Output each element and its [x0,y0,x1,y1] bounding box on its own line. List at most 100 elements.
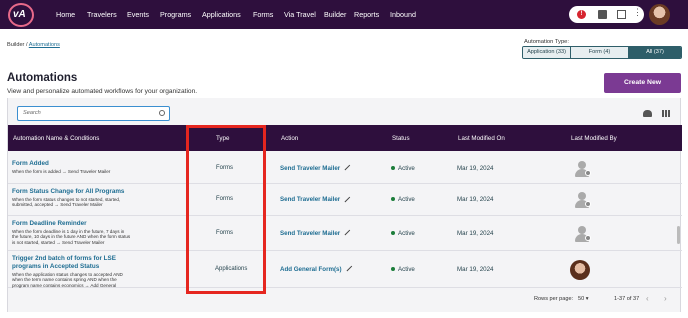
mail-icon[interactable] [598,10,607,19]
breadcrumb-builder[interactable]: Builder [7,42,24,48]
status-badge: Active [391,165,415,172]
status-badge: Active [391,196,415,203]
nav-forms[interactable]: Forms [253,10,273,19]
column-header-action[interactable]: Action [281,135,298,142]
filter-all[interactable]: All (37) [629,47,681,58]
nav-events[interactable]: Events [127,10,149,19]
table-row[interactable]: Form Status Change for All Programs When … [8,184,682,216]
automation-conditions: When the form is added → Send Traveler M… [12,169,111,174]
system-user-icon [574,192,591,208]
status-dot-icon [391,230,395,235]
automation-action[interactable]: Add General Form(s) [280,266,353,273]
nav-applications[interactable]: Applications [202,10,241,19]
last-modified-date: Mar 19, 2024 [457,196,494,203]
next-page-icon[interactable]: › [664,294,667,303]
user-icon-part [585,201,591,207]
nav-inbound[interactable]: Inbound [390,10,416,19]
system-user-icon [574,160,591,177]
nav-reports[interactable]: Reports [354,10,379,19]
logo-text: vA [13,9,26,20]
page-title: Automations [7,72,78,84]
automation-conditions: is not started, started → Send Traveler … [12,239,105,245]
automation-conditions: submitted, accepted → Send Traveler Mail… [12,202,103,208]
logo[interactable]: vA [8,3,34,27]
page-subtitle: View and personalize automated workflows… [7,88,198,95]
user-icon-part [578,160,586,169]
status-dot-icon [391,197,395,202]
action-label: Send Traveler Mailer [280,229,341,237]
automation-type-label: Automation Type: [524,39,570,45]
columns-icon[interactable] [662,110,670,117]
status-dot-icon [391,266,395,271]
automations-table-card: Search Automation Name & Conditions Type… [7,98,682,312]
breadcrumb-automations[interactable]: Automations [29,42,60,48]
search-input[interactable]: Search [17,106,170,121]
filter-application[interactable]: Application (33) [523,47,571,58]
action-label: Send Traveler Mailer [280,164,341,172]
automation-name[interactable]: programs in Accepted Status [12,263,99,270]
automation-name[interactable]: Form Status Change for All Programs [12,188,124,195]
top-nav: vA Home Travelers Events Programs Applic… [0,0,688,29]
edit-pencil-icon[interactable] [344,229,351,236]
nav-via-travel[interactable]: Via Travel [284,10,316,19]
breadcrumb: Builder / Automations [7,42,60,48]
nav-programs[interactable]: Programs [160,10,191,19]
status-dot-icon [391,165,395,170]
calendar-icon[interactable] [617,10,626,19]
nav-travelers[interactable]: Travelers [87,10,117,19]
system-user-icon [574,225,591,242]
automation-name[interactable]: Form Added [12,160,49,167]
table-footer: Rows per page: 50 ▾ 1-37 of 37 ‹ › [8,288,682,312]
table-row[interactable]: Trigger 2nd batch of forms for LSE progra… [8,251,682,288]
automation-action[interactable]: Send Traveler Mailer [280,165,351,172]
create-new-button[interactable]: Create New [604,73,681,93]
status-badge: Active [391,230,415,237]
action-label: Send Traveler Mailer [280,196,341,203]
automation-type-filter: Application (33) Form (4) All (37) [522,46,682,59]
user-icon-part [578,225,586,234]
last-modified-date: Mar 19, 2024 [457,229,494,237]
user-avatar[interactable] [649,4,670,25]
scrollbar[interactable] [677,226,680,244]
column-header-status[interactable]: Status [392,135,410,142]
user-icon-part [585,169,591,176]
nav-home[interactable]: Home [56,10,75,19]
last-modified-date: Mar 19, 2024 [457,164,494,172]
prev-page-icon[interactable]: ‹ [646,294,649,303]
user-icon-part [578,192,586,200]
nav-icon-group: ! ⋮ [569,6,644,23]
column-header-modified-on[interactable]: Last Modified On [458,135,505,142]
table-row[interactable]: Form Added When the form is added → Send … [8,153,682,184]
status-badge: Active [391,266,415,273]
column-header-modified-by[interactable]: Last Modified By [571,135,617,142]
more-vertical-icon[interactable]: ⋮ [633,8,642,17]
filter-form[interactable]: Form (4) [571,47,629,58]
notification-icon[interactable]: ! [577,10,586,19]
pagination-range: 1-37 of 37 [614,296,640,302]
automation-action[interactable]: Send Traveler Mailer [280,230,351,237]
search-icon [159,110,165,116]
type-column-highlight [186,125,266,294]
automation-name[interactable]: Form Deadline Reminder [12,220,87,227]
download-cloud-icon[interactable] [643,110,652,117]
edit-pencil-icon[interactable] [344,164,351,171]
modified-by-avatar[interactable] [570,259,590,280]
automation-name[interactable]: Trigger 2nd batch of forms for LSE [12,255,116,262]
status-label: Active [398,265,415,273]
last-modified-date: Mar 19, 2024 [457,265,494,273]
status-label: Active [398,196,415,203]
column-header-name[interactable]: Automation Name & Conditions [13,135,99,142]
table-header: Automation Name & Conditions Type Action… [8,125,682,151]
automation-action[interactable]: Send Traveler Mailer [280,196,351,203]
rows-per-page-value: 50 [578,296,585,302]
status-label: Active [398,229,415,237]
table-row[interactable]: Form Deadline Reminder When the form dead… [8,216,682,251]
action-label: Add General Form(s) [280,265,342,273]
edit-pencil-icon[interactable] [344,196,351,203]
status-label: Active [398,164,415,172]
edit-pencil-icon[interactable] [346,265,353,272]
nav-builder[interactable]: Builder [324,10,346,19]
user-icon-part [585,234,591,241]
rows-per-page-select[interactable]: 50 ▾ [578,296,589,302]
rows-per-page-label: Rows per page: [534,296,574,302]
